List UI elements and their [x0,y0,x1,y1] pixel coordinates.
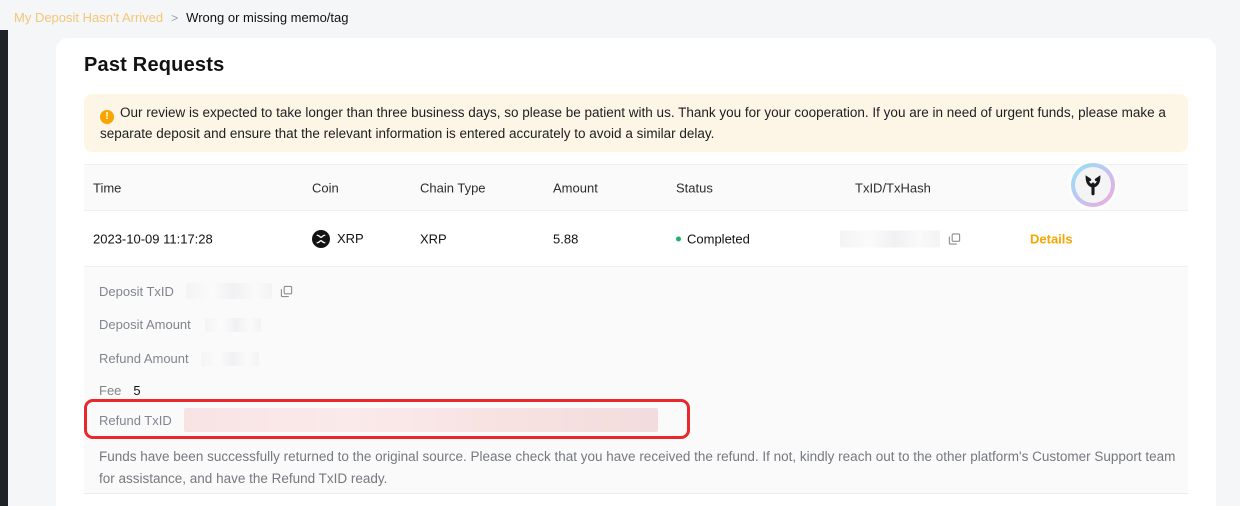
cell-coin: XRP [312,230,364,248]
copy-icon[interactable] [280,285,293,298]
cell-chain-type: XRP [420,231,447,246]
platform-logo-icon [1071,163,1115,207]
breadcrumb-separator-icon: > [171,11,178,25]
redacted-refund-txid [184,408,658,432]
deposit-amount-row: Deposit Amount [99,317,261,332]
header-txid: TxID/TxHash [855,180,931,195]
refund-txid-row: Refund TxID [99,407,658,433]
cell-status: Completed [676,231,750,246]
details-panel: Deposit TxID Deposit Amount Refund Amoun… [84,266,1188,494]
breadcrumb-current: Wrong or missing memo/tag [186,10,348,25]
details-link[interactable]: Details [1030,231,1073,246]
cell-txid [840,230,961,247]
warning-icon: ! [100,110,114,124]
header-status: Status [676,180,713,195]
fee-value: 5 [133,383,140,398]
left-edge-strip [0,30,8,506]
header-coin: Coin [312,180,339,195]
header-chain-type: Chain Type [420,180,486,195]
refund-amount-row: Refund Amount [99,351,259,366]
status-badge: Completed [687,231,750,246]
header-time: Time [93,180,121,195]
page-title: Past Requests [84,54,224,77]
fee-label: Fee [99,383,121,398]
redacted-deposit-txid [186,283,272,299]
deposit-amount-label: Deposit Amount [99,317,191,332]
refund-amount-label: Refund Amount [99,351,189,366]
copy-icon[interactable] [948,232,961,245]
notice-text: Our review is expected to take longer th… [100,105,1166,141]
cell-time: 2023-10-09 11:17:28 [93,231,213,246]
redacted-refund-amount [201,352,259,366]
refund-footer-note: Funds have been successfully returned to… [99,446,1177,490]
cell-coin-label: XRP [337,231,364,246]
xrp-coin-icon [312,230,330,248]
refund-txid-label: Refund TxID [99,413,172,428]
review-notice-banner: !Our review is expected to take longer t… [84,94,1188,152]
requests-table: Time Coin Chain Type Amount Status TxID/… [84,164,1188,494]
redacted-deposit-amount [205,318,261,332]
redacted-txid-value [840,230,940,247]
breadcrumb-parent-link[interactable]: My Deposit Hasn't Arrived [14,10,163,25]
table-row: 2023-10-09 11:17:28 XRP XRP 5.88 Complet… [84,211,1188,266]
support-page: My Deposit Hasn't Arrived > Wrong or mis… [0,0,1240,506]
past-requests-card: Past Requests !Our review is expected to… [56,38,1216,506]
deposit-txid-row: Deposit TxID [99,283,293,299]
status-dot-icon [676,236,681,241]
deposit-txid-label: Deposit TxID [99,284,174,299]
table-header-row: Time Coin Chain Type Amount Status TxID/… [84,164,1188,211]
fee-row: Fee 5 [99,383,141,398]
breadcrumb: My Deposit Hasn't Arrived > Wrong or mis… [14,10,349,25]
header-amount: Amount [553,180,598,195]
cell-amount: 5.88 [553,231,578,246]
platform-logo-glyph [1075,167,1111,203]
